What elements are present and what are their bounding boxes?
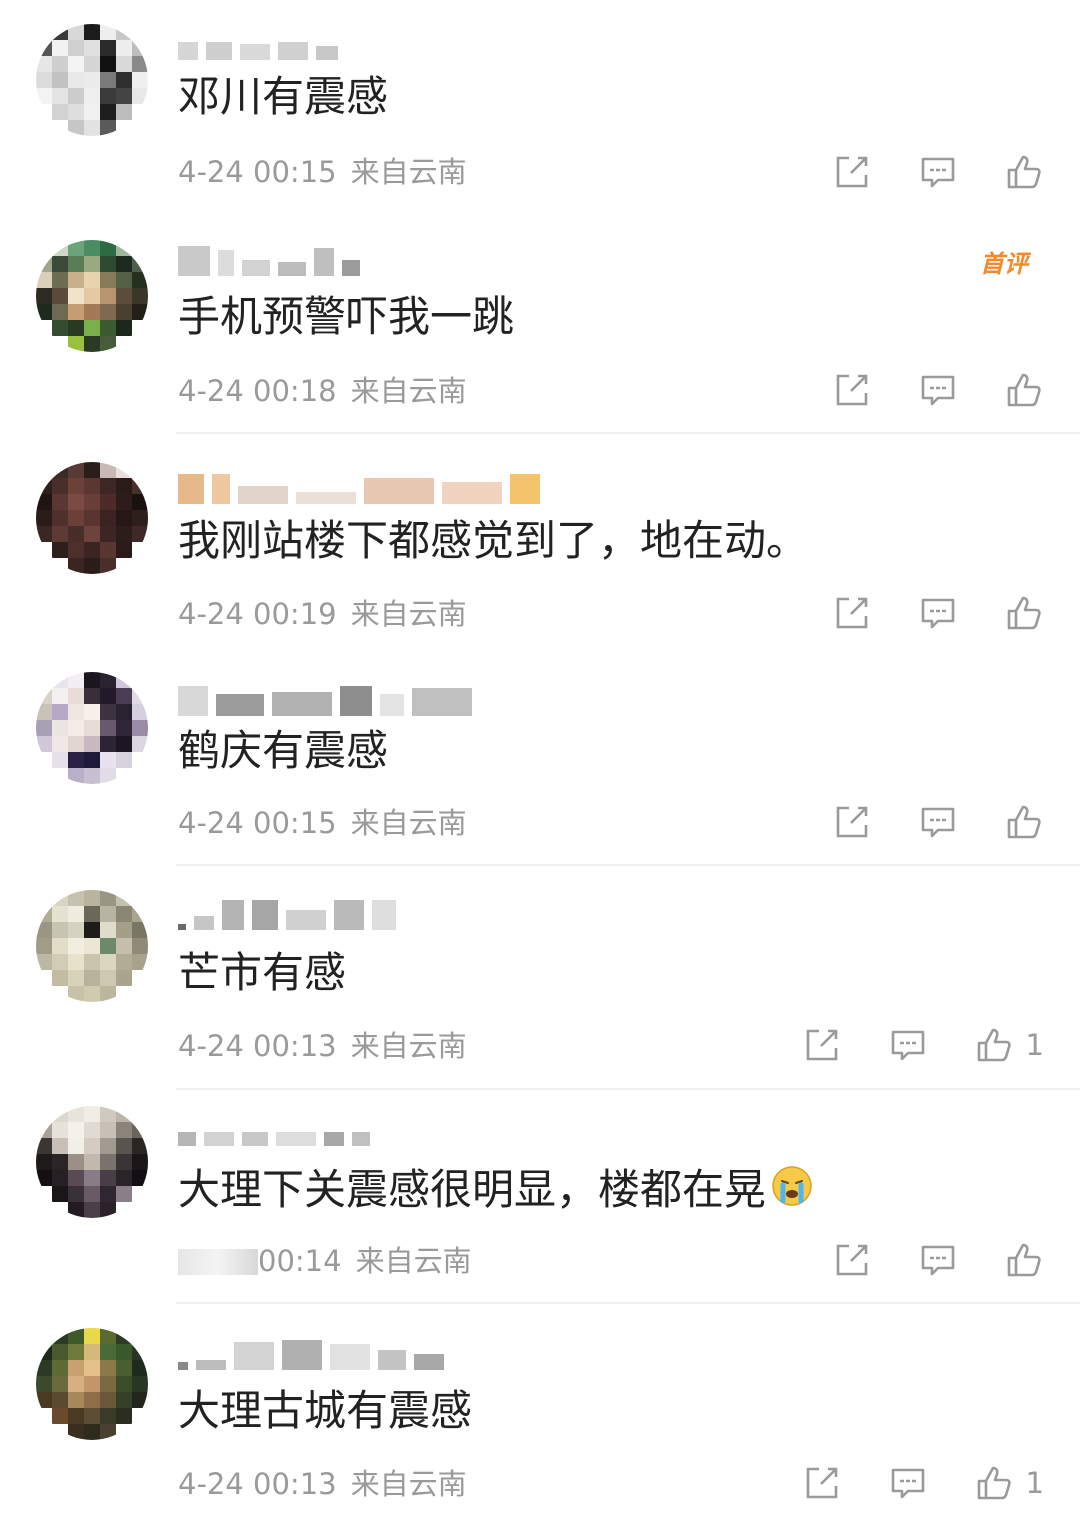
location: 来自云南 [350, 1467, 467, 1501]
location: 来自云南 [350, 1029, 467, 1063]
location: 来自云南 [350, 374, 467, 408]
divider [176, 432, 1080, 434]
action-bar [832, 370, 1044, 410]
comment-text: 大理古城有震感 [178, 1386, 473, 1435]
action-bar [832, 593, 1044, 633]
location: 来自云南 [350, 597, 467, 631]
comment-text: 邓川有震感 [178, 72, 389, 121]
action-bar [832, 152, 1044, 192]
comment-icon[interactable] [918, 152, 958, 192]
username-blurred[interactable] [178, 1340, 444, 1370]
first-comment-badge: 首评 [980, 250, 1028, 278]
like-icon[interactable] [1004, 802, 1044, 842]
comment-icon[interactable] [888, 1025, 928, 1065]
comment-text-body: 大理下关震感很明显，楼都在晃 [178, 1165, 767, 1214]
username-blurred[interactable] [178, 686, 472, 716]
like-icon[interactable] [1004, 1240, 1044, 1280]
avatar[interactable] [36, 24, 148, 136]
repost-icon[interactable] [832, 1240, 872, 1280]
timestamp: 4-24 00:18 [178, 374, 337, 408]
comment-text: 芒市有感 [178, 948, 347, 997]
comment-icon[interactable] [918, 593, 958, 633]
location: 来自云南 [350, 806, 467, 840]
avatar[interactable] [36, 1106, 148, 1218]
action-bar [832, 802, 1044, 842]
comment-meta: 4-24 00:18 来自云南 [178, 373, 467, 409]
repost-icon[interactable] [832, 370, 872, 410]
username-blurred[interactable] [178, 1116, 370, 1146]
comment-text: 鹤庆有震感 [178, 726, 389, 775]
timestamp: 4-24 00:15 [178, 155, 337, 189]
divider [176, 1088, 1080, 1090]
avatar[interactable] [36, 890, 148, 1002]
comment-meta: 4-24 00:15 来自云南 [178, 154, 467, 190]
timestamp: 4-24 00:19 [178, 597, 337, 631]
username-blurred[interactable] [178, 246, 360, 276]
timestamp-date-blurred [178, 1249, 258, 1275]
comment-icon[interactable] [888, 1463, 928, 1503]
like-icon[interactable] [1004, 152, 1044, 192]
comment-meta: 4-24 00:13 来自云南 [178, 1466, 467, 1502]
comment-meta: 00:14 来自云南 [178, 1243, 472, 1279]
action-bar: 1 [802, 1463, 1044, 1503]
comment-icon[interactable] [918, 802, 958, 842]
avatar[interactable] [36, 462, 148, 574]
avatar[interactable] [36, 1328, 148, 1440]
location: 来自云南 [350, 155, 467, 189]
timestamp: 4-24 00:13 [178, 1467, 337, 1501]
repost-icon[interactable] [832, 802, 872, 842]
action-bar: 1 [802, 1025, 1044, 1065]
comment-icon[interactable] [918, 370, 958, 410]
avatar[interactable] [36, 240, 148, 352]
divider [176, 1302, 1080, 1304]
repost-icon[interactable] [832, 593, 872, 633]
divider [176, 864, 1080, 866]
like-count: 1 [1025, 1466, 1044, 1500]
username-blurred[interactable] [178, 474, 540, 504]
comment-text: 大理下关震感很明显，楼都在晃 [178, 1164, 814, 1215]
like-icon[interactable] [974, 1463, 1014, 1503]
crying-face-icon [770, 1164, 814, 1208]
comment-icon[interactable] [918, 1240, 958, 1280]
avatar[interactable] [36, 672, 148, 784]
username-blurred[interactable] [178, 30, 338, 60]
repost-icon[interactable] [802, 1463, 842, 1503]
username-blurred[interactable] [178, 900, 396, 930]
like-icon[interactable] [1004, 593, 1044, 633]
comment-text: 手机预警吓我一跳 [178, 292, 515, 341]
repost-icon[interactable] [832, 152, 872, 192]
timestamp: 4-24 00:15 [178, 806, 337, 840]
timestamp: 00:14 [258, 1244, 342, 1278]
location: 来自云南 [355, 1244, 472, 1278]
like-icon[interactable] [1004, 370, 1044, 410]
comment-meta: 4-24 00:15 来自云南 [178, 805, 467, 841]
comment-text: 我刚站楼下都感觉到了，地在动。 [178, 516, 809, 565]
comment-meta: 4-24 00:19 来自云南 [178, 596, 467, 632]
action-bar [832, 1240, 1044, 1280]
like-count: 1 [1025, 1028, 1044, 1062]
repost-icon[interactable] [802, 1025, 842, 1065]
comment-meta: 4-24 00:13 来自云南 [178, 1028, 467, 1064]
timestamp: 4-24 00:13 [178, 1029, 337, 1063]
like-icon[interactable] [974, 1025, 1014, 1065]
